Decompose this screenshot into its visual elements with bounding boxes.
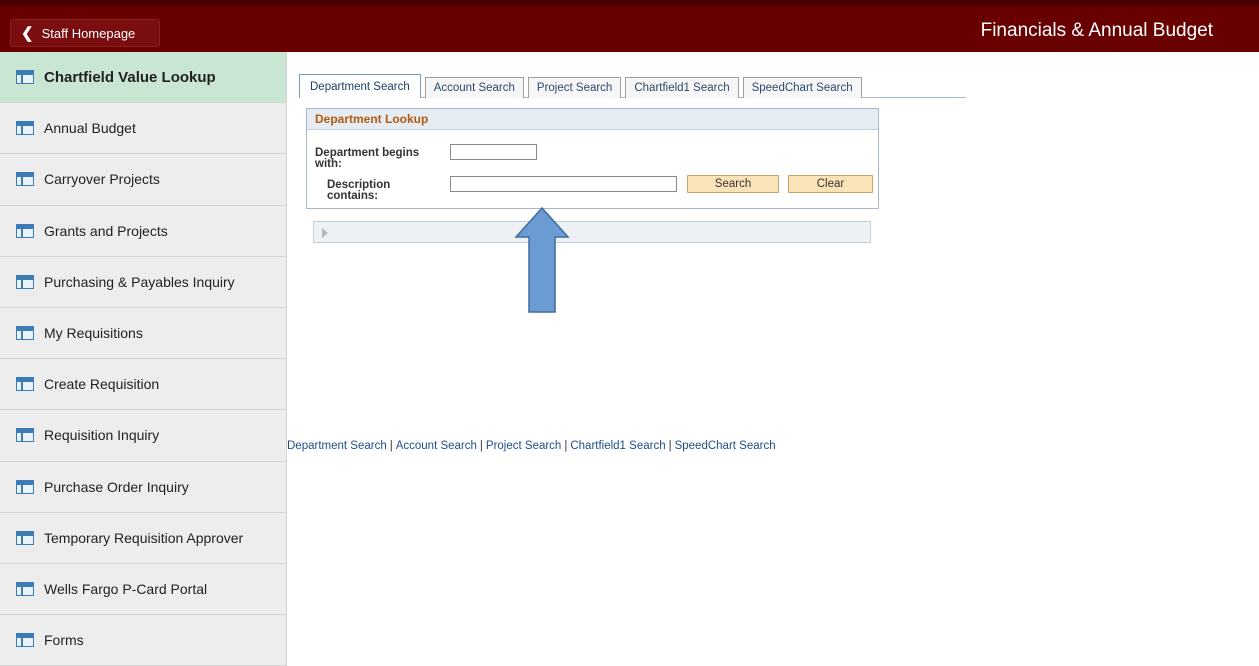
tile-icon bbox=[16, 172, 34, 187]
description-label: Description contains: bbox=[327, 179, 390, 202]
link-chartfield1-search[interactable]: Chartfield1 Search bbox=[570, 440, 665, 452]
link-separator: | bbox=[479, 440, 483, 452]
tile-icon bbox=[16, 377, 34, 392]
link-account-search[interactable]: Account Search bbox=[396, 440, 477, 452]
tile-icon bbox=[16, 70, 34, 85]
search-button[interactable]: Search bbox=[687, 175, 779, 193]
link-project-search[interactable]: Project Search bbox=[486, 440, 561, 452]
tab-department-search[interactable]: Department Search bbox=[299, 74, 421, 98]
sidebar-item-label: Purchasing & Payables Inquiry bbox=[44, 273, 235, 290]
sidebar-item-purchase-order-inquiry[interactable]: Purchase Order Inquiry bbox=[0, 462, 286, 513]
tile-icon bbox=[16, 479, 34, 494]
sidebar: Chartfield Value Lookup Annual Budget Ca… bbox=[0, 52, 287, 666]
sidebar-item-label: Requisition Inquiry bbox=[44, 427, 160, 444]
search-tabs: Department Search Account Search Project… bbox=[299, 74, 866, 98]
sidebar-item-annual-budget[interactable]: Annual Budget bbox=[0, 103, 286, 155]
tile-icon bbox=[16, 633, 34, 648]
tile-icon bbox=[16, 121, 34, 136]
sidebar-item-forms[interactable]: Forms bbox=[0, 615, 286, 666]
link-speedchart-search[interactable]: SpeedChart Search bbox=[675, 440, 776, 452]
department-label-line2: with: bbox=[315, 158, 342, 170]
tile-icon bbox=[16, 223, 34, 238]
tab-project-search[interactable]: Project Search bbox=[527, 77, 622, 98]
sidebar-item-requisition-inquiry[interactable]: Requisition Inquiry bbox=[0, 410, 286, 462]
sidebar-item-label: Chartfield Value Lookup bbox=[44, 68, 216, 86]
link-separator: | bbox=[389, 440, 393, 452]
sidebar-item-label: Carryover Projects bbox=[44, 171, 160, 188]
bottom-tab-links: Department Search | Account Search | Project… bbox=[287, 440, 776, 452]
staff-homepage-button[interactable]: ❮ Staff Homepage bbox=[10, 19, 160, 47]
sidebar-item-label: Grants and Projects bbox=[44, 222, 168, 239]
link-separator: | bbox=[668, 440, 672, 452]
tab-chartfield1-search[interactable]: Chartfield1 Search bbox=[625, 77, 739, 98]
annotation-arrow-icon bbox=[514, 206, 570, 313]
tile-icon bbox=[16, 274, 34, 289]
description-input[interactable] bbox=[450, 176, 677, 192]
results-collapse-bar[interactable] bbox=[313, 221, 871, 243]
chevron-left-icon: ❮ bbox=[21, 24, 34, 42]
sidebar-item-label: Create Requisition bbox=[44, 376, 160, 393]
sidebar-item-label: Wells Fargo P-Card Portal bbox=[44, 580, 208, 597]
sidebar-item-label: My Requisitions bbox=[44, 325, 143, 342]
sidebar-item-grants-and-projects[interactable]: Grants and Projects bbox=[0, 206, 286, 257]
link-department-search[interactable]: Department Search bbox=[287, 440, 387, 452]
sidebar-item-label: Forms bbox=[44, 632, 84, 649]
tab-speedchart-search[interactable]: SpeedChart Search bbox=[742, 77, 862, 98]
sidebar-item-my-requisitions[interactable]: My Requisitions bbox=[0, 308, 286, 360]
sidebar-item-purchasing-payables-inquiry[interactable]: Purchasing & Payables Inquiry bbox=[0, 257, 286, 308]
sidebar-item-chartfield-value-lookup[interactable]: Chartfield Value Lookup bbox=[0, 52, 286, 104]
description-label-line2: contains: bbox=[327, 190, 379, 202]
sidebar-item-create-requisition[interactable]: Create Requisition bbox=[0, 359, 286, 411]
department-label: Department begins with: bbox=[315, 147, 419, 170]
sidebar-item-wells-fargo-p-card-portal[interactable]: Wells Fargo P-Card Portal bbox=[0, 564, 286, 616]
tab-account-search[interactable]: Account Search bbox=[424, 77, 524, 98]
department-input[interactable] bbox=[450, 144, 537, 160]
sidebar-item-label: Annual Budget bbox=[44, 120, 136, 137]
back-button-label: Staff Homepage bbox=[41, 25, 136, 41]
panel-title: Department Lookup bbox=[307, 109, 878, 130]
sidebar-item-label: Temporary Requisition Approver bbox=[44, 529, 244, 546]
tile-icon bbox=[16, 530, 34, 545]
sidebar-item-label: Purchase Order Inquiry bbox=[44, 478, 189, 495]
sidebar-item-carryover-projects[interactable]: Carryover Projects bbox=[0, 154, 286, 206]
app-title: Financials & Annual Budget bbox=[980, 20, 1213, 41]
expand-triangle-icon bbox=[322, 228, 328, 238]
department-lookup-panel: Department Lookup Department begins with… bbox=[306, 108, 879, 209]
link-separator: | bbox=[564, 440, 568, 452]
tile-icon bbox=[16, 581, 34, 596]
tile-icon bbox=[16, 428, 34, 443]
top-header: ❮ Staff Homepage Financials & Annual Bud… bbox=[0, 0, 1259, 52]
sidebar-item-temporary-requisition-approver[interactable]: Temporary Requisition Approver bbox=[0, 513, 286, 564]
clear-button[interactable]: Clear bbox=[788, 175, 873, 193]
tile-icon bbox=[16, 326, 34, 341]
